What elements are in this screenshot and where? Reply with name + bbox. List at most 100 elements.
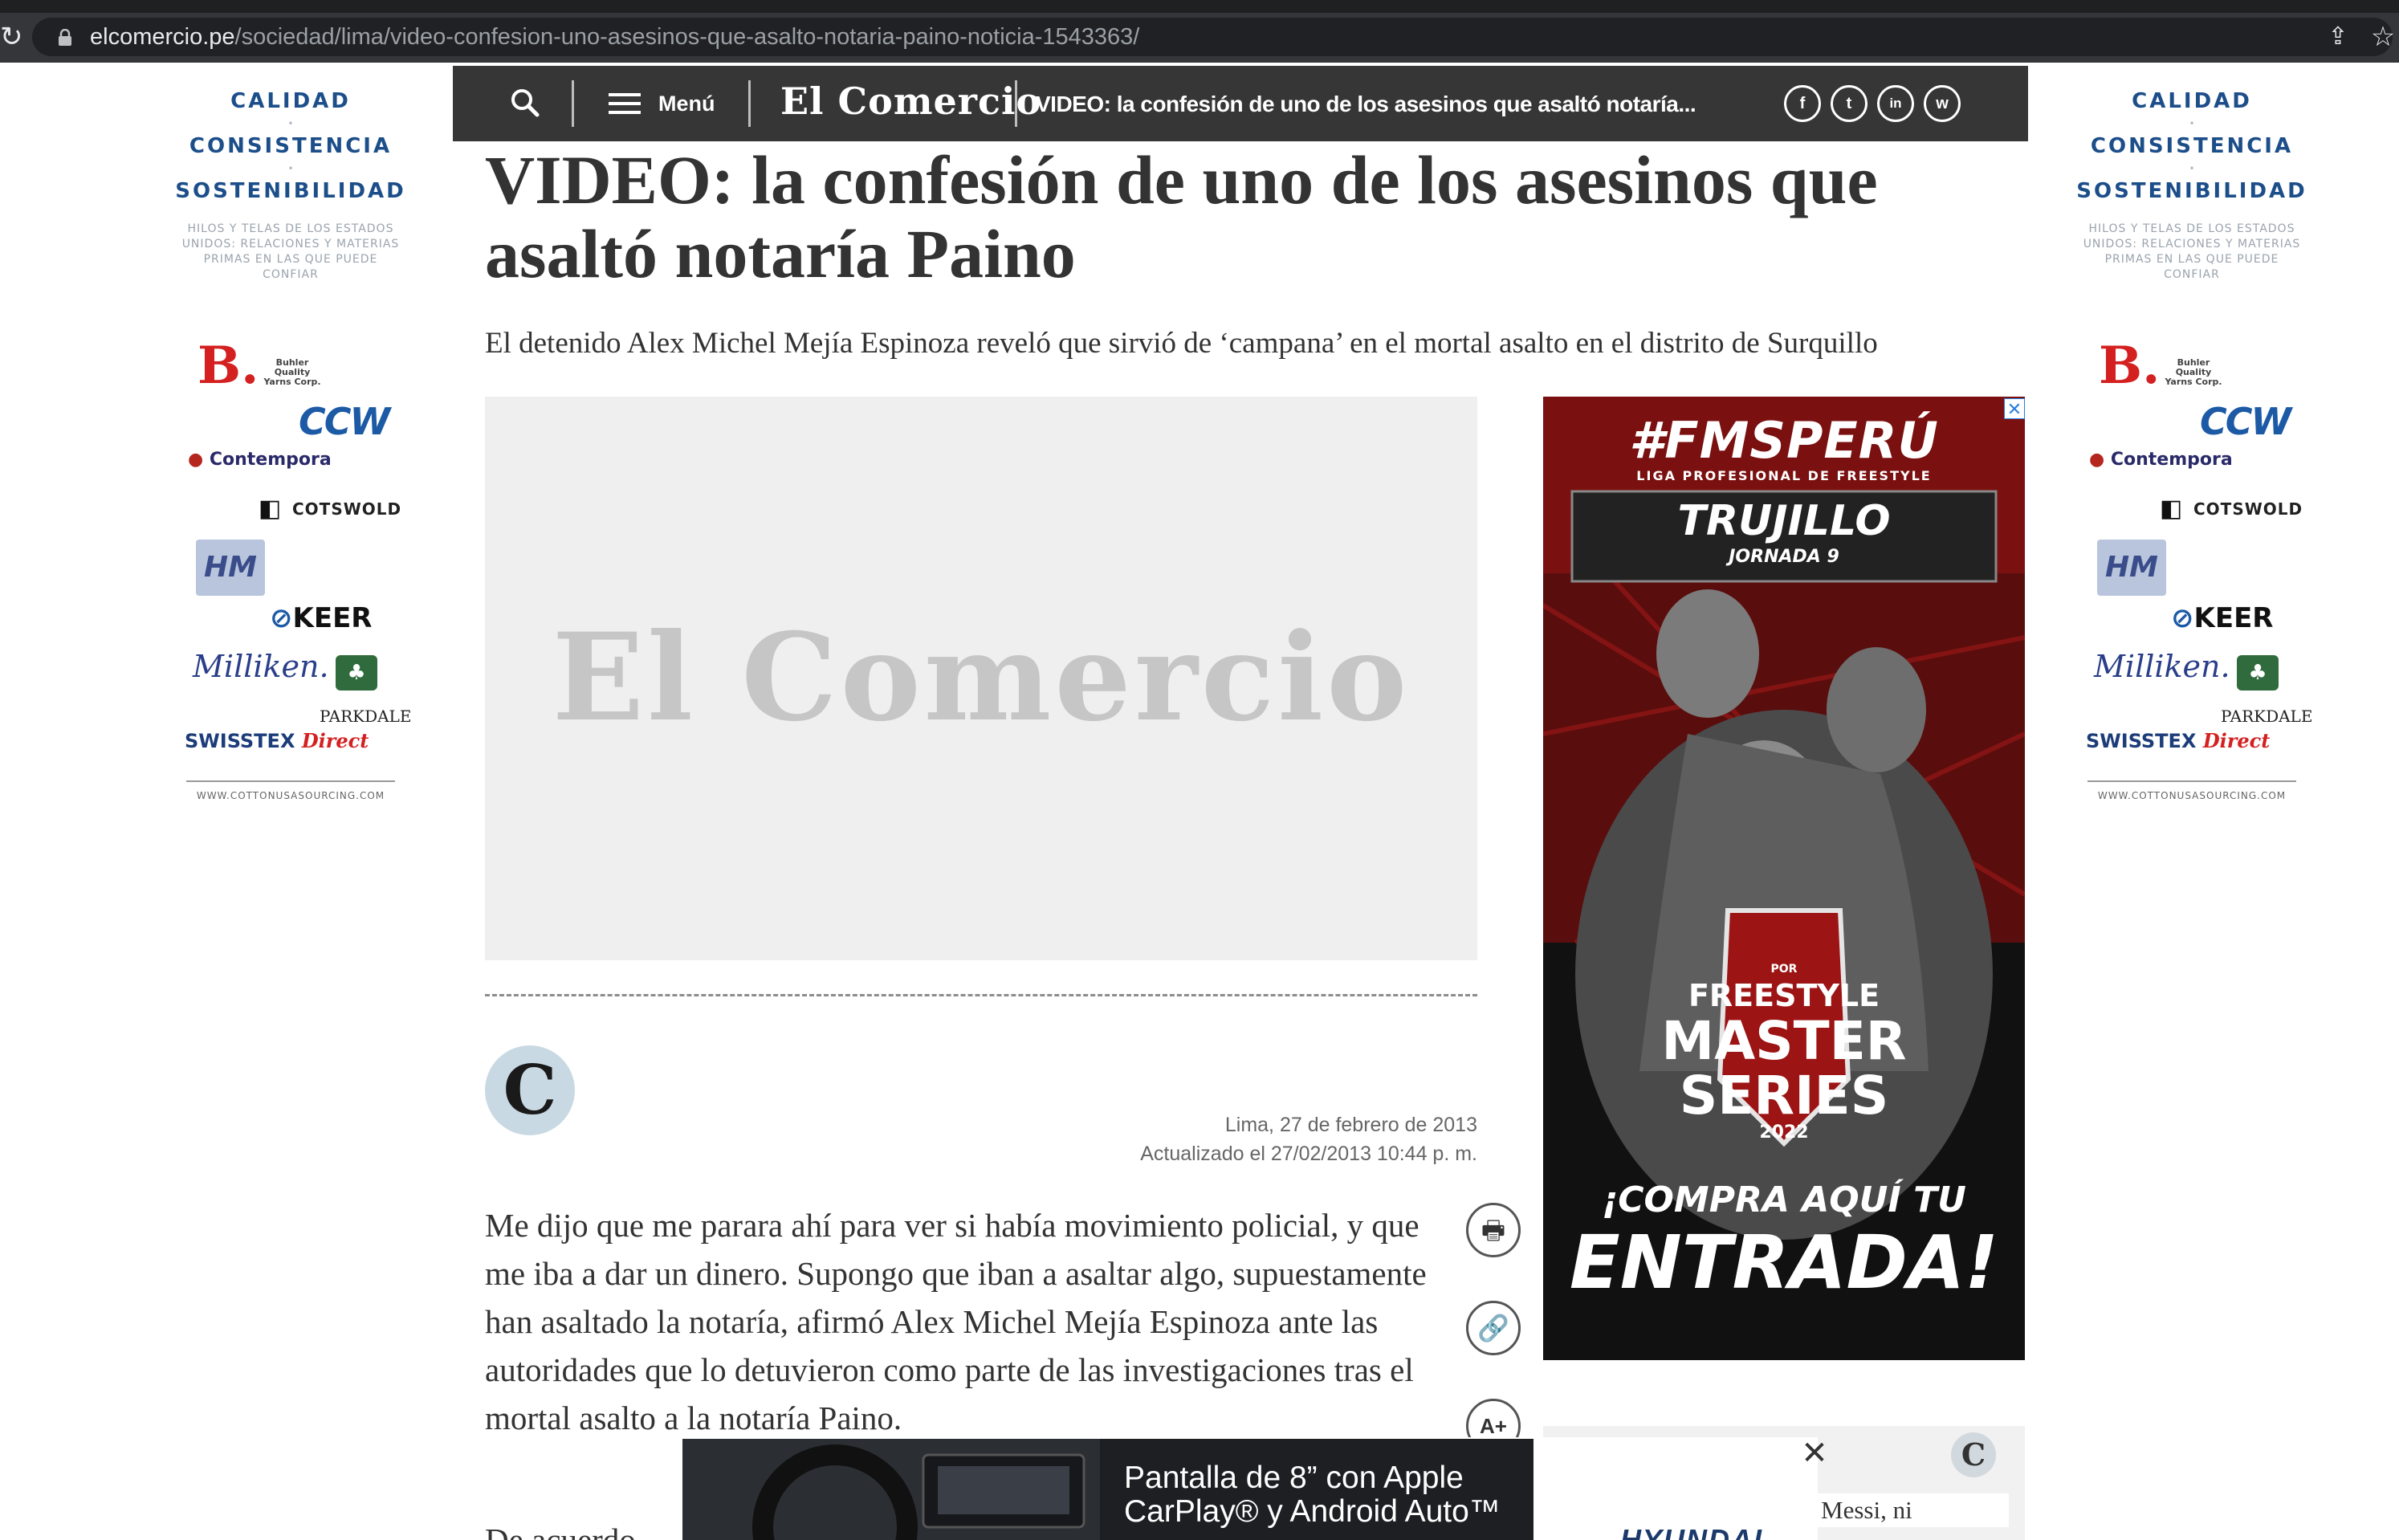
ad-url: WWW.COTTONUSASOURCING.COM [2087,780,2296,801]
lock-icon[interactable] [58,28,72,47]
brand-buhler-name: Buhler Quality Yarns Corp. [263,357,321,387]
keer-swoosh-icon: ⊘ [270,602,293,634]
menu-label: Menú [658,92,715,116]
parkdale-tree-icon: ♣ [2237,655,2279,691]
brand-buhler-name: Buhler Quality Yarns Corp. [2165,357,2222,387]
site-logo[interactable]: El Comercio [780,77,1041,125]
article-paragraph: Me dijo que me parara ahí para ver si ha… [485,1207,1427,1436]
ad-line-calidad: CALIDAD [230,89,351,113]
hyundai-logo: HYUNDAI [1620,1526,1765,1540]
brand-parkdale-name: PARKDALE [2221,707,2313,726]
side-ad-left[interactable]: CALIDAD • CONSISTENCIA • SOSTENIBILIDAD … [170,80,411,803]
ad-subtitle: HILOS Y TELAS DE LOS ESTADOS UNIDOS: REL… [181,222,400,281]
ad-line-sostenibilidad: SOSTENIBILIDAD [175,179,406,203]
url-text[interactable]: elcomercio.pe/sociedad/lima/video-confes… [90,19,1139,55]
header-separator [748,80,751,127]
article-deck: El detenido Alex Michel Mejía Espinoza r… [485,327,1878,360]
site-header: Menú El Comercio VIDEO: la confesión de … [453,66,2028,141]
related-snippet[interactable]: Messi, ni [1816,1493,2009,1527]
whatsapp-icon[interactable]: w [1924,85,1961,122]
bookmark-star-icon[interactable]: ☆ [2367,21,2399,53]
brand-buhler-logo: B. [2099,336,2161,396]
ad-url: WWW.COTTONUSASOURCING.COM [186,780,395,801]
ad-dot: • [287,118,294,129]
ad-cta-1: ¡COMPRA AQUÍ TU [1602,1179,1966,1220]
brand-ccw-logo: CCW [2200,400,2291,443]
ad-line-consistencia: CONSISTENCIA [189,134,393,158]
ad-line-calidad: CALIDAD [2132,89,2252,113]
divider [485,994,1477,996]
linkedin-icon[interactable]: in [1877,85,1914,122]
ad-dot: • [2189,118,2195,129]
video-placeholder[interactable]: El Comercio [485,397,1477,960]
hamburger-icon [609,93,641,114]
publish-date: Lima, 27 de febrero de 2013 [1224,1114,1477,1136]
ad-line-consistencia: CONSISTENCIA [2090,134,2294,158]
car-dashboard-art [682,1439,1100,1540]
ad-round: JORNADA 9 [1729,547,1839,567]
brand-parkdale-name: PARKDALE [320,707,412,726]
search-icon[interactable] [509,87,541,119]
brand-contempora-name: Contempora [2110,450,2233,470]
close-icon[interactable]: ✕ [1798,1437,1831,1469]
ad-badge-1: FREESTYLE [1688,978,1880,1013]
brand-cotswold-mark: ◧ [259,495,282,523]
brand-cotswold-mark: ◧ [2160,495,2183,523]
header-separator [572,80,574,127]
brand-hamrick-logo: HM [2097,540,2166,596]
brand-milliken-logo: Milliken. [193,649,329,684]
ad-city: TRUJILLO [1677,497,1891,545]
browser-tab-strip [0,0,2399,13]
brand-cotswold-name: COTSWOLD [292,499,402,519]
bottom-ad-image[interactable]: Pantalla de 8” con Apple CarPlay® y Andr… [682,1439,1533,1540]
ad-badge-top: POR [1770,963,1798,976]
link-icon[interactable]: 🔗 [1466,1301,1521,1355]
brand-keer-name: KEER [292,602,373,634]
brand-contempora-logo: ● Contempora [188,450,332,470]
parkdale-tree-icon: ♣ [336,655,377,691]
brand-contempora-logo: ● Contempora [2089,450,2233,470]
ad-badge-3: SERIES [1679,1065,1889,1126]
menu-button[interactable]: Menú [609,87,761,120]
print-icon[interactable]: 🖶 [1466,1203,1521,1257]
header-separator [1015,80,1017,127]
brand-contempora-name: Contempora [209,450,332,470]
facebook-icon[interactable]: f [1784,85,1821,122]
brand-ccw-logo: CCW [299,400,390,443]
related-logo: C [1951,1432,1996,1477]
share-icon[interactable]: ⇪ [2322,21,2354,53]
ad-close-icon[interactable]: ✕ [2004,398,2025,419]
brand-swisstex-name: SWISSTEX [2086,730,2197,752]
brand-keer-logo: ⊘KEER [2171,602,2273,634]
url-path: /sociedad/lima/video-confesion-uno-asesi… [234,24,1140,50]
brand-swisstex-logo: SWISSTEX Direct [185,729,369,752]
bottom-ad-text: Pantalla de 8” con Apple CarPlay® y Andr… [1124,1461,1501,1529]
ad-cta-2: ENTRADA! [1569,1220,1999,1306]
placeholder-logo: El Comercio [552,607,1411,748]
url-domain: elcomercio.pe [90,24,235,50]
ad-subtitle: HILOS Y TELAS DE LOS ESTADOS UNIDOS: REL… [2083,222,2301,281]
right-ad[interactable]: #FMSPERÚ LIGA PROFESIONAL DE FREESTYLE T… [1543,397,2025,1360]
brand-swisstex-direct: Direct [301,729,369,752]
updated-date: Actualizado el 27/02/2013 10:44 p. m. [1140,1143,1477,1165]
brand-swisstex-name: SWISSTEX [185,730,295,752]
side-ad-right[interactable]: CALIDAD • CONSISTENCIA • SOSTENIBILIDAD … [2071,80,2312,803]
ad-league: LIGA PROFESIONAL DE FREESTYLE [1636,468,1932,483]
ad-badge-2: MASTER [1661,1010,1907,1072]
brand-buhler-logo: B. [198,336,259,396]
article-headline: VIDEO: la confesión de uno de los asesin… [485,141,1878,292]
reload-icon[interactable]: ↻ [0,19,24,55]
ad-line-sostenibilidad: SOSTENIBILIDAD [2076,179,2307,203]
author-avatar[interactable]: C [485,1045,575,1135]
ad-badge-year: 2022 [1759,1122,1809,1143]
ad-dot: • [287,163,294,174]
brand-keer-logo: ⊘KEER [270,602,372,634]
twitter-icon[interactable]: t [1831,85,1867,122]
brand-swisstex-direct: Direct [2202,729,2271,752]
article-paragraph-2: De acuerdo [485,1522,636,1540]
ad-dot: • [2189,163,2195,174]
brand-keer-name: KEER [2193,602,2274,634]
brand-cotswold-name: COTSWOLD [2193,499,2303,519]
ad-hashtag: #FMSPERÚ [1629,411,1939,470]
brand-milliken-logo: Milliken. [2094,649,2230,684]
